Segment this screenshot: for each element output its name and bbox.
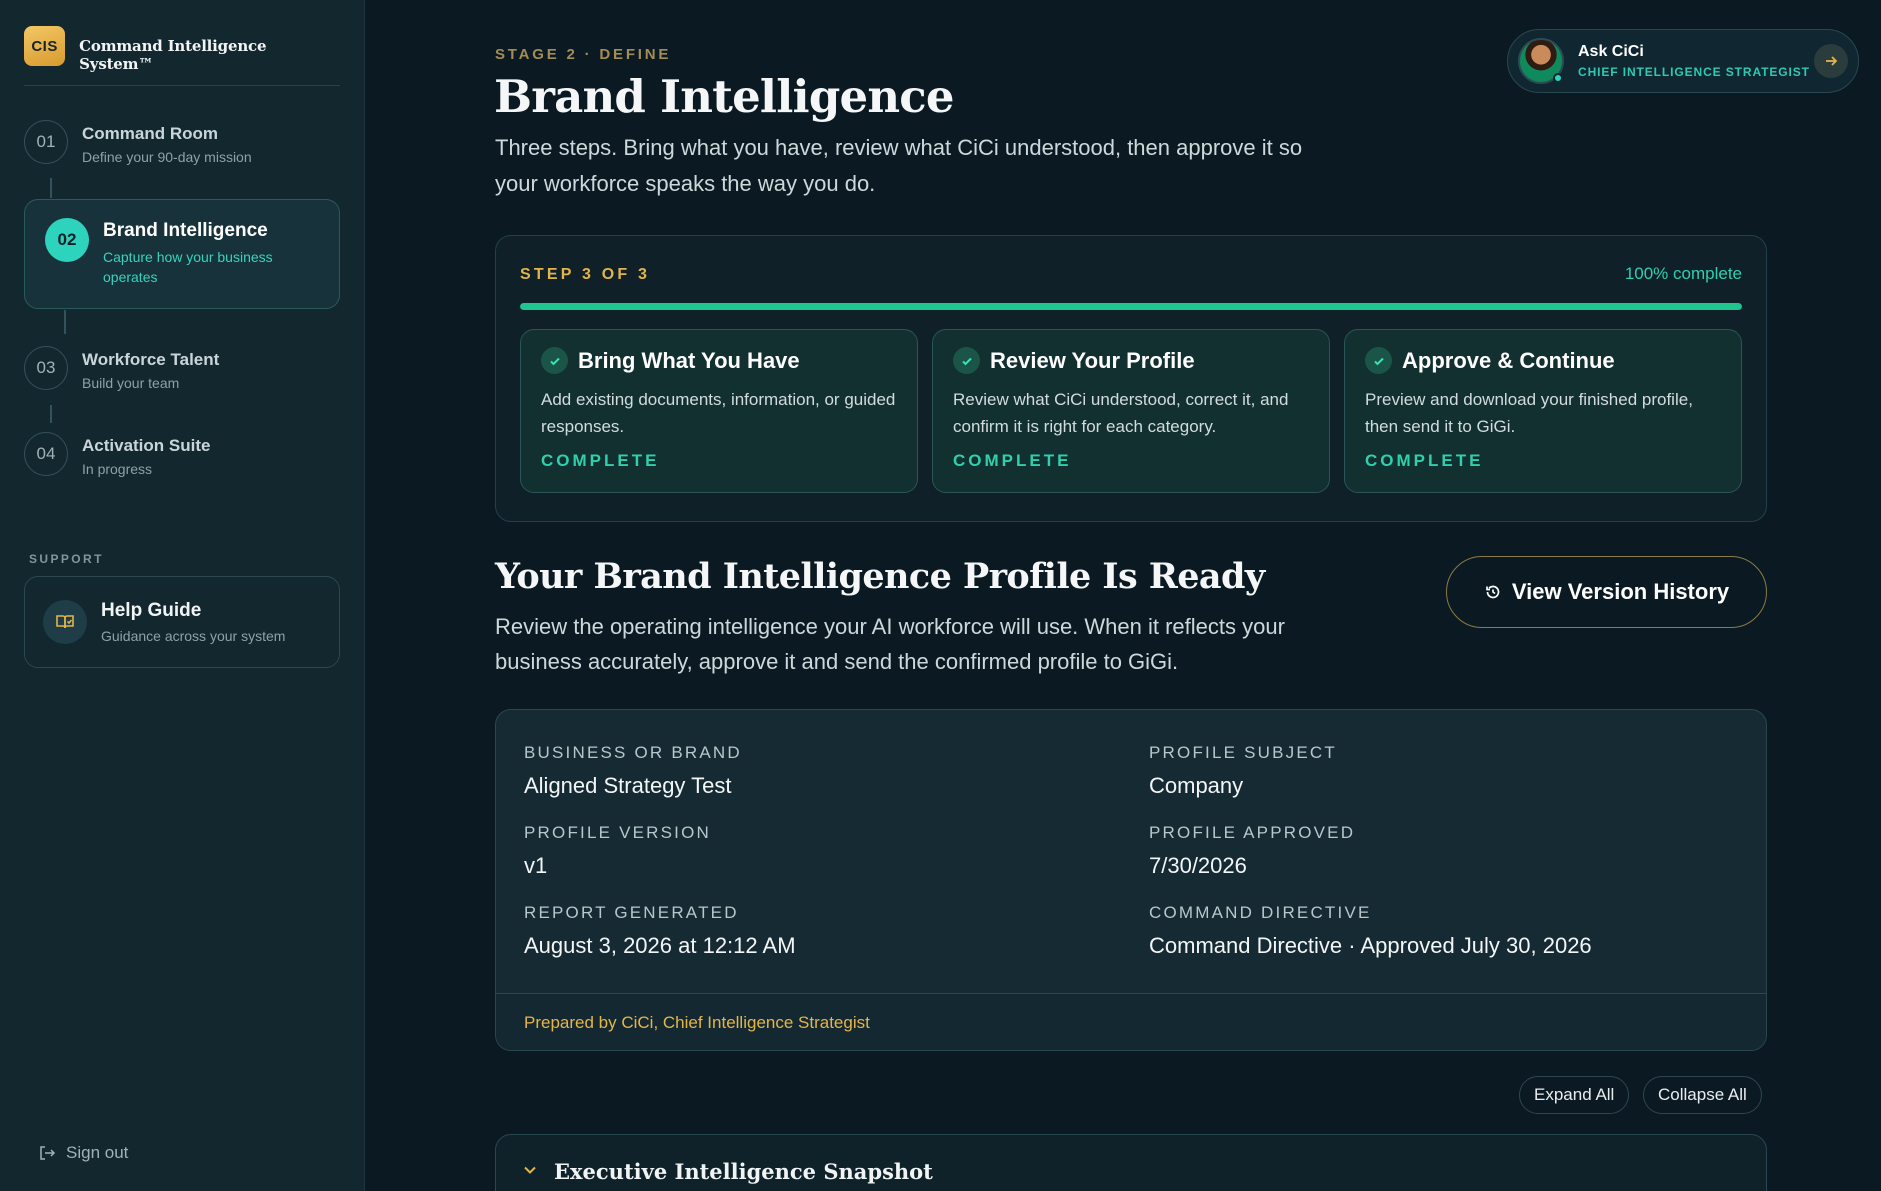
expand-all-button[interactable]: Expand All: [1519, 1076, 1630, 1114]
nav-item-command-room[interactable]: 01 Command Room Define your 90-day missi…: [24, 120, 340, 165]
field-report-generated: REPORT GENERATED August 3, 2026 at 12:12…: [524, 903, 796, 959]
app-logo[interactable]: CIS: [24, 26, 66, 66]
support-section-label: SUPPORT: [29, 552, 104, 566]
nav-item-title: Brand Intelligence: [103, 220, 268, 241]
progress-percent: 100% complete: [1624, 264, 1742, 283]
check-icon: [953, 347, 980, 374]
history-icon: [1486, 585, 1500, 599]
book-icon: [43, 600, 87, 644]
sign-out-icon: [40, 1146, 56, 1160]
step-number: 01: [24, 120, 68, 164]
step-status: COMPLETE: [541, 451, 660, 470]
nav-connector: [50, 178, 52, 198]
nav-connector: [64, 310, 66, 334]
ask-cici-button[interactable]: Ask CiCi CHIEF INTELLIGENCE STRATEGIST: [1507, 29, 1859, 93]
prepared-by: Prepared by CiCi, Chief Intelligence Str…: [524, 1013, 870, 1032]
step-description: Add existing documents, information, or …: [541, 390, 896, 436]
step-card-approve[interactable]: Approve & Continue Preview and download …: [1344, 329, 1742, 493]
steps-panel: STEP 3 OF 3 100% complete Bring What You…: [495, 235, 1767, 522]
field-profile-version: PROFILE VERSION v1: [524, 823, 711, 879]
nav-item-title: Activation Suite: [82, 436, 211, 455]
step-card-bring[interactable]: Bring What You Have Add existing documen…: [520, 329, 918, 493]
step-number: 02: [45, 218, 89, 262]
progress-bar: [520, 303, 1742, 310]
nav-item-title: Command Room: [82, 124, 218, 143]
help-guide-title: Help Guide: [101, 600, 202, 621]
field-value: Aligned Strategy Test: [524, 773, 732, 798]
view-version-history-button[interactable]: View Version History: [1446, 556, 1767, 628]
field-label: PROFILE SUBJECT: [1149, 743, 1337, 762]
arrow-right-icon[interactable]: [1814, 44, 1848, 78]
avatar: [1518, 38, 1564, 84]
sidebar: CIS Command Intelligence System™ 01 Comm…: [0, 0, 365, 1191]
section-title: Executive Intelligence Snapshot: [554, 1159, 933, 1184]
online-status-dot: [1553, 73, 1563, 83]
view-version-history-label: View Version History: [1511, 579, 1730, 604]
nav-item-title: Workforce Talent: [82, 350, 220, 369]
nav-item-subtitle: Capture how your business operates: [103, 249, 273, 285]
field-profile-approved: PROFILE APPROVED 7/30/2026: [1149, 823, 1355, 879]
step-status: COMPLETE: [1365, 451, 1484, 470]
nav-item-activation-suite[interactable]: 04 Activation Suite In progress: [24, 432, 340, 477]
field-command-directive: COMMAND DIRECTIVE Command Directive · Ap…: [1149, 903, 1592, 959]
step-number: 03: [24, 346, 68, 390]
field-value: Command Directive · Approved July 30, 20…: [1149, 933, 1592, 958]
field-label: PROFILE APPROVED: [1149, 823, 1356, 842]
profile-summary-panel: BUSINESS OR BRAND Aligned Strategy Test …: [495, 709, 1767, 1051]
field-label: BUSINESS OR BRAND: [524, 743, 742, 762]
step-number: 04: [24, 432, 68, 476]
field-label: COMMAND DIRECTIVE: [1149, 903, 1372, 922]
check-icon: [1365, 347, 1392, 374]
sign-out-link[interactable]: Sign out: [38, 1143, 128, 1163]
step-count: STEP 3 OF 3: [520, 266, 651, 283]
nav-connector: [50, 405, 52, 423]
profile-footer: Prepared by CiCi, Chief Intelligence Str…: [496, 993, 1766, 1050]
step-card-review[interactable]: Review Your Profile Review what CiCi und…: [932, 329, 1330, 493]
collapse-all-button[interactable]: Collapse All: [1643, 1076, 1762, 1114]
brand-header: CIS Command Intelligence System™: [24, 26, 340, 86]
field-value: 7/30/2026: [1149, 853, 1247, 878]
chevron-down-icon[interactable]: [522, 1162, 538, 1178]
page-intro: Three steps. Bring what you have, review…: [495, 135, 1303, 196]
field-business-or-brand: BUSINESS OR BRAND Aligned Strategy Test: [524, 743, 742, 799]
nav-item-subtitle: Build your team: [82, 375, 180, 391]
step-title: Approve & Continue: [1402, 347, 1615, 373]
field-value: August 3, 2026 at 12:12 AM: [524, 933, 796, 958]
help-guide-card[interactable]: Help Guide Guidance across your system: [24, 576, 340, 668]
profile-ready-title: Your Brand Intelligence Profile Is Ready: [495, 556, 1265, 597]
field-value: v1: [524, 853, 548, 878]
help-guide-subtitle: Guidance across your system: [101, 628, 286, 644]
progress-bar-fill: [520, 303, 1742, 310]
nav-item-subtitle: Define your 90-day mission: [82, 149, 252, 165]
app-name: Command Intelligence System™: [79, 37, 267, 73]
sign-out-label: Sign out: [66, 1143, 129, 1162]
assistant-name: Ask CiCi: [1578, 43, 1644, 60]
check-icon: [541, 347, 568, 374]
step-title: Review Your Profile: [990, 347, 1195, 373]
field-label: REPORT GENERATED: [524, 903, 739, 922]
nav-item-brand-intelligence[interactable]: 02 Brand Intelligence Capture how your b…: [24, 199, 340, 309]
assistant-role: CHIEF INTELLIGENCE STRATEGIST: [1578, 65, 1810, 79]
stage-label: STAGE 2 · DEFINE: [495, 46, 672, 63]
step-title: Bring What You Have: [578, 347, 800, 373]
field-profile-subject: PROFILE SUBJECT Company: [1149, 743, 1337, 799]
step-description: Preview and download your finished profi…: [1365, 390, 1693, 436]
page-title: Brand Intelligence: [494, 70, 954, 123]
step-description: Review what CiCi understood, correct it,…: [953, 390, 1289, 436]
field-value: Company: [1149, 773, 1244, 798]
section-executive-intelligence-snapshot[interactable]: Executive Intelligence Snapshot: [495, 1134, 1767, 1191]
profile-ready-description: Review the operating intelligence your A…: [495, 614, 1285, 674]
field-label: PROFILE VERSION: [524, 823, 711, 842]
nav-item-subtitle: In progress: [82, 461, 153, 477]
nav-item-workforce-talent[interactable]: 03 Workforce Talent Build your team: [24, 346, 340, 391]
step-status: COMPLETE: [953, 451, 1072, 470]
